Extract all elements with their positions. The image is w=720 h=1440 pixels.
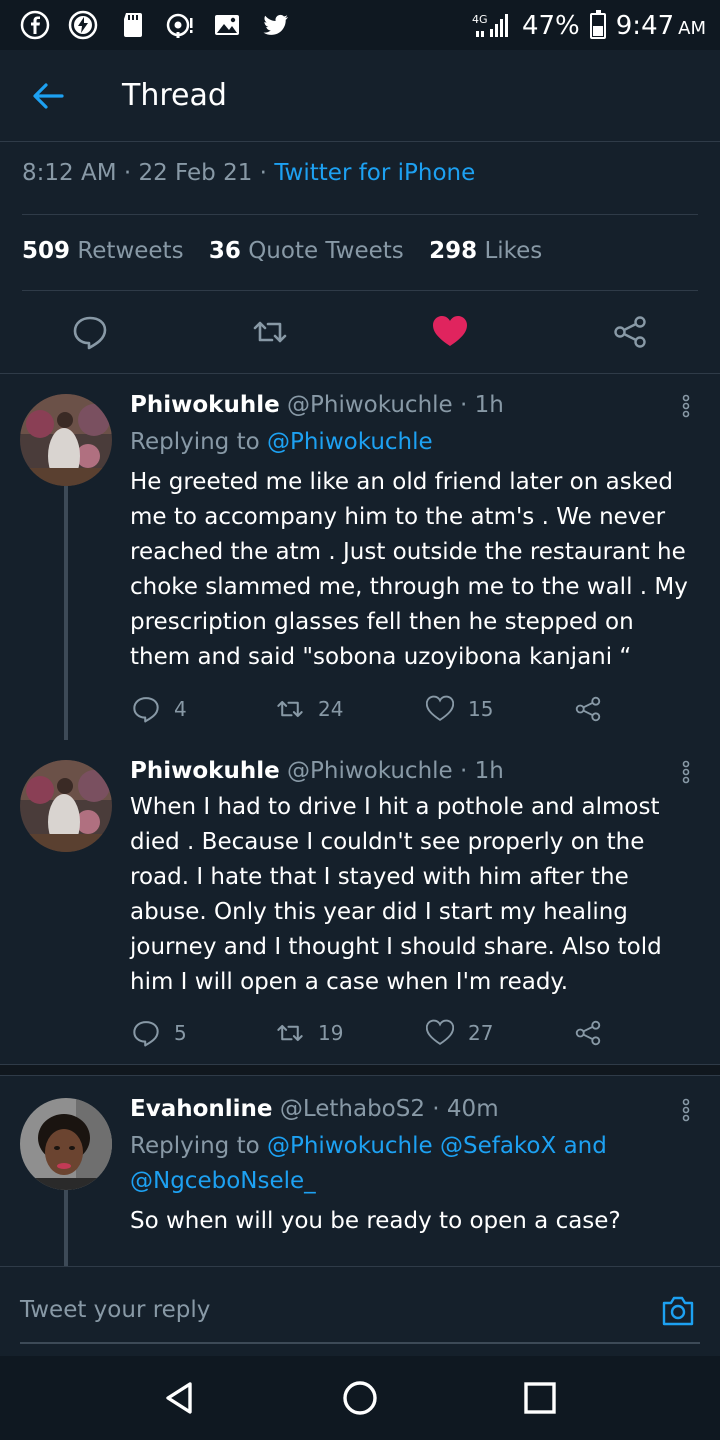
display-name[interactable]: Evahonline bbox=[130, 1096, 273, 1122]
reply-action[interactable]: 4 bbox=[132, 694, 187, 724]
app-header: Thread bbox=[0, 50, 720, 142]
user-handle: @Phiwokuchle bbox=[287, 758, 453, 784]
reply-count: 4 bbox=[174, 697, 187, 721]
replying-to: Replying to @Phiwokuchle bbox=[130, 429, 433, 455]
thread-line bbox=[64, 1190, 68, 1266]
mention-link[interactable]: @Phiwokuchle @SefakoX bbox=[267, 1133, 556, 1159]
replying-to: Replying to @Phiwokuchle @SefakoX and @N… bbox=[130, 1133, 607, 1194]
clock: 9:47 AM bbox=[615, 11, 706, 41]
share-action[interactable] bbox=[574, 694, 602, 724]
reply-input-underline bbox=[20, 1342, 700, 1344]
more-options-icon[interactable] bbox=[680, 394, 692, 418]
retweet-icon bbox=[277, 1024, 303, 1042]
tweet-header: Phiwokuhle @Phiwokuchle · 1h bbox=[130, 392, 504, 418]
thread-line bbox=[64, 486, 68, 740]
mention-link[interactable]: @NgceboNsele_ bbox=[130, 1168, 316, 1194]
status-bar: 4G 47% 9:47 AM bbox=[0, 0, 720, 50]
divider bbox=[22, 214, 698, 215]
retweets-stat[interactable]: 509 Retweets bbox=[22, 238, 184, 264]
reply-tweet[interactable]: Evahonline @LethaboS2 · 40m Replying to … bbox=[0, 1078, 720, 1266]
user-handle: @LethaboS2 bbox=[279, 1096, 425, 1122]
tweet-actions: 4 24 15 bbox=[130, 694, 610, 724]
tweet-actions: 5 19 27 bbox=[130, 1018, 610, 1048]
share-icon[interactable] bbox=[612, 314, 648, 350]
tweet-header: Phiwokuhle @Phiwokuchle · 1h bbox=[130, 758, 504, 784]
tweet-time: 8:12 AM bbox=[22, 160, 117, 186]
like-icon-filled[interactable] bbox=[432, 314, 468, 350]
battery-icon bbox=[589, 10, 606, 39]
gallery-icon bbox=[215, 15, 239, 35]
retweet-icon[interactable] bbox=[252, 314, 288, 350]
tweet-age: 40m bbox=[446, 1096, 499, 1122]
quote-tweets-stat[interactable]: 36 Quote Tweets bbox=[209, 238, 404, 264]
reply-icon bbox=[133, 697, 159, 723]
like-count: 15 bbox=[468, 697, 494, 721]
like-icon bbox=[426, 695, 454, 722]
reply-action[interactable]: 5 bbox=[132, 1018, 187, 1048]
reply-tweet[interactable]: Phiwokuhle @Phiwokuchle · 1h Replying to… bbox=[0, 374, 720, 740]
back-triangle-icon[interactable] bbox=[160, 1378, 200, 1418]
user-handle: @Phiwokuchle bbox=[287, 392, 453, 418]
tweet-stats: 509 Retweets 36 Quote Tweets 298 Likes bbox=[22, 238, 542, 264]
likes-stat[interactable]: 298 Likes bbox=[429, 238, 542, 264]
tweet-text: He greeted me like an old friend later o… bbox=[130, 469, 688, 670]
svg-text:4G: 4G bbox=[472, 13, 488, 26]
like-action[interactable]: 15 bbox=[426, 694, 493, 724]
tweet-date: 22 Feb 21 bbox=[138, 160, 253, 186]
reply-input[interactable]: Tweet your reply bbox=[20, 1297, 210, 1323]
reply-tweet[interactable]: Phiwokuhle @Phiwokuchle · 1h When I had … bbox=[0, 740, 720, 1064]
facebook-icon bbox=[20, 10, 50, 40]
home-circle-icon[interactable] bbox=[340, 1378, 380, 1418]
system-nav-bar bbox=[0, 1356, 720, 1440]
tweet-meta: 8:12 AM · 22 Feb 21 · Twitter for iPhone bbox=[22, 160, 476, 186]
more-options-icon[interactable] bbox=[680, 1098, 692, 1122]
avatar[interactable] bbox=[20, 394, 112, 486]
share-action[interactable] bbox=[574, 1018, 602, 1048]
reply-icon[interactable] bbox=[72, 314, 108, 350]
thread-separator bbox=[0, 1064, 720, 1076]
retweet-icon bbox=[277, 700, 303, 718]
tweet-age: 1h bbox=[474, 758, 504, 784]
like-icon bbox=[426, 1019, 454, 1046]
display-name[interactable]: Phiwokuhle bbox=[130, 392, 280, 418]
tweet-action-bar bbox=[0, 292, 720, 374]
signal-icon: 4G bbox=[472, 13, 508, 37]
recents-square-icon[interactable] bbox=[520, 1378, 560, 1418]
display-name[interactable]: Phiwokuhle bbox=[130, 758, 280, 784]
avatar[interactable] bbox=[20, 760, 112, 852]
hotspot-icon bbox=[166, 13, 193, 38]
retweet-count: 19 bbox=[318, 1021, 344, 1045]
camera-icon[interactable] bbox=[660, 1293, 696, 1329]
like-count: 27 bbox=[468, 1021, 494, 1045]
back-arrow-icon[interactable] bbox=[28, 76, 68, 116]
share-icon bbox=[575, 1020, 601, 1046]
retweet-count: 24 bbox=[318, 697, 344, 721]
reply-composer: Tweet your reply bbox=[0, 1266, 720, 1356]
reply-count: 5 bbox=[174, 1021, 187, 1045]
avatar[interactable] bbox=[20, 1098, 112, 1190]
battery-percent: 47% bbox=[521, 11, 580, 41]
like-action[interactable]: 27 bbox=[426, 1018, 493, 1048]
reply-icon bbox=[133, 1021, 159, 1047]
mention-link[interactable]: @Phiwokuchle bbox=[267, 429, 433, 455]
tweet-header: Evahonline @LethaboS2 · 40m bbox=[130, 1096, 499, 1122]
retweet-action[interactable]: 24 bbox=[276, 694, 343, 724]
twitter-bird-icon bbox=[263, 14, 288, 35]
share-icon bbox=[575, 696, 601, 722]
divider bbox=[22, 290, 698, 291]
page-title: Thread bbox=[122, 78, 227, 113]
messenger-lightning-icon bbox=[68, 10, 98, 40]
sd-card-icon bbox=[124, 13, 142, 37]
tweet-text: So when will you be ready to open a case… bbox=[130, 1208, 621, 1234]
tweet-age: 1h bbox=[474, 392, 504, 418]
retweet-action[interactable]: 19 bbox=[276, 1018, 343, 1048]
tweet-text: When I had to drive I hit a pothole and … bbox=[130, 794, 662, 995]
more-options-icon[interactable] bbox=[680, 760, 692, 784]
tweet-source-link[interactable]: Twitter for iPhone bbox=[274, 160, 475, 186]
